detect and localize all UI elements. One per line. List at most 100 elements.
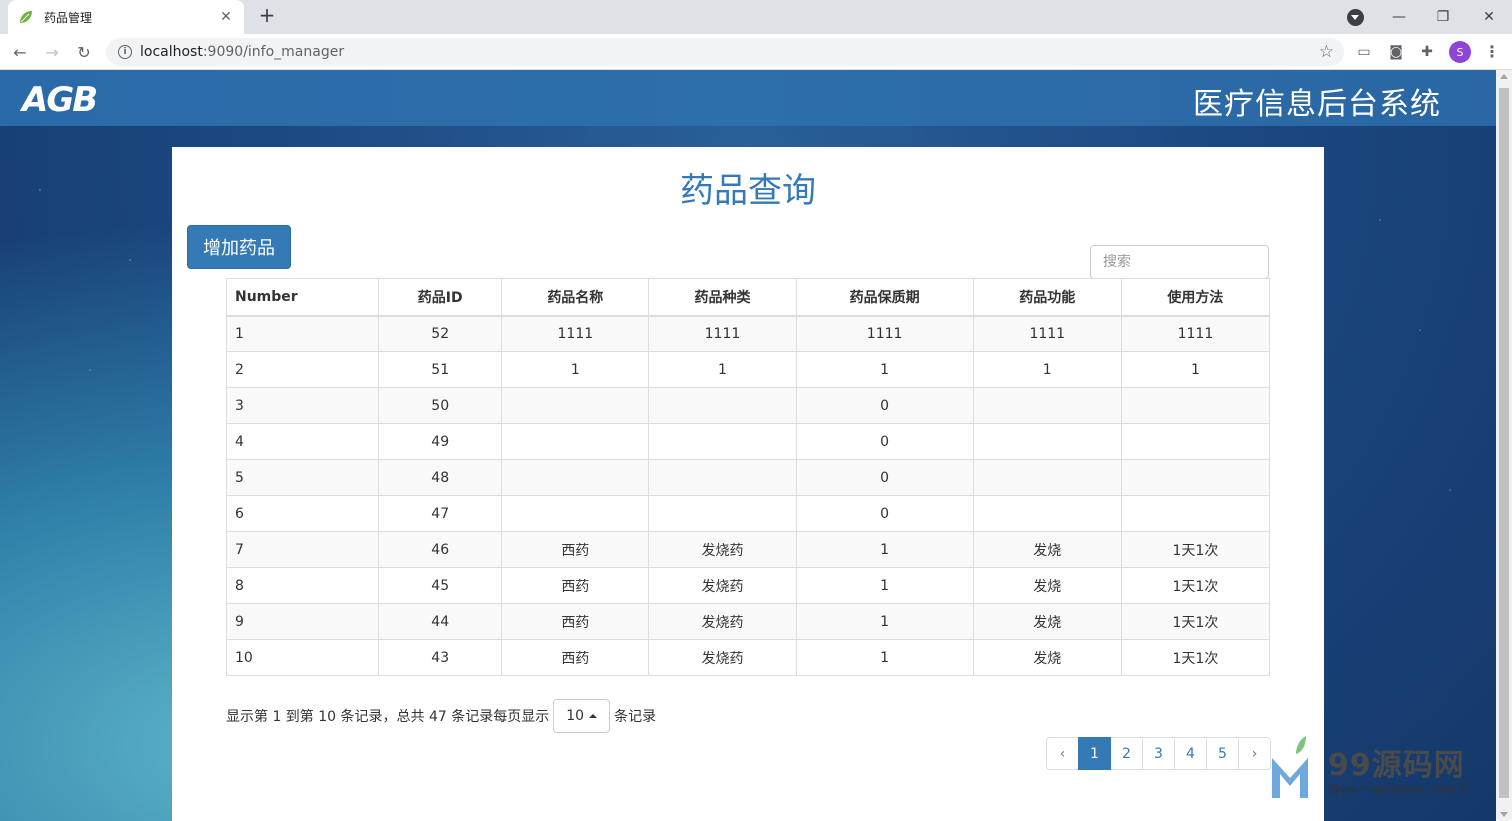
caret-up-icon [589,714,598,718]
page-size-suffix: 条记录 [614,709,657,725]
table-cell: 44 [378,603,503,640]
page-button-5[interactable]: 5 [1206,737,1239,770]
page-button-4[interactable]: 4 [1174,737,1207,770]
browser-menu-icon[interactable]: ⋮ [1484,40,1500,64]
watermark-logo-icon [1272,736,1308,798]
scroll-up-icon[interactable] [1500,74,1508,79]
column-header[interactable]: 药品名称 [501,278,650,317]
table-row: 10 43 西药 发烧药 1 发烧 1天1次 [225,639,1271,676]
table-cell: 发烧药 [648,567,797,604]
leaf-icon [20,11,32,23]
table-cell: 西药 [501,567,650,604]
url-host: localhost [140,44,203,60]
camera-icon[interactable]: ◙ [1386,42,1406,62]
column-header[interactable]: 药品功能 [972,278,1122,317]
system-title: 医疗信息后台系统 [1193,87,1441,122]
column-header[interactable]: 药品保质期 [795,278,974,317]
table-cell: 发烧 [972,567,1122,604]
search-input[interactable] [1090,245,1269,279]
back-icon[interactable]: ← [8,40,32,64]
pagination-info: 显示第 1 到第 10 条记录，总共 47 条记录每页显示 10 条记录 [226,699,656,733]
table-cell [1120,423,1271,460]
drug-table: Number 药品ID 药品名称 药品种类 药品保质期 药品功能 使用方法 15… [225,278,1271,676]
table-cell: 5 [225,459,380,496]
page-button-1[interactable]: 1 [1078,737,1111,770]
table-cell: 发烧 [972,639,1122,676]
browser-tab[interactable]: 药品管理 ✕ [8,0,244,34]
restore-icon[interactable]: ❐ [1420,0,1466,34]
table-row: 9 44 西药 发烧药 1 发烧 1天1次 [225,603,1271,640]
table-cell: 0 [795,423,974,460]
table-cell: 10 [225,639,380,676]
table-cell: 0 [795,495,974,532]
address-bar[interactable]: i localhost:9090/info_manager ☆ [106,38,1344,66]
table-cell: 1天1次 [1120,639,1271,676]
content-panel: 药品查询 增加药品 Number 药品ID 药品名称 药品种类 药品保质期 药品… [172,147,1324,821]
cast-icon[interactable]: ▭ [1354,42,1374,62]
close-window-icon[interactable]: ✕ [1466,0,1512,34]
table-cell: 1 [1120,351,1271,388]
scroll-thumb[interactable] [1499,88,1509,798]
table-cell: 47 [378,495,503,532]
forward-icon[interactable]: → [40,40,64,64]
column-header[interactable]: 药品种类 [648,278,797,317]
table-cell: 46 [378,531,503,568]
tab-search-icon[interactable] [1347,9,1364,26]
table-row: 3 50 0 [225,387,1271,424]
prev-page-button[interactable]: ‹ [1046,737,1079,770]
extensions-puzzle-icon[interactable]: ✚ [1417,42,1437,62]
pagination: ‹ 1 2 3 4 5 › [1046,737,1271,770]
table-cell: 发烧 [972,531,1122,568]
info-icon[interactable]: i [118,45,132,59]
table-cell: 2 [225,351,380,388]
table-cell: 1 [972,351,1122,388]
browser-toolbar: ← → ↻ i localhost:9090/info_manager ☆ ▭ … [0,34,1512,70]
page-button-2[interactable]: 2 [1110,737,1143,770]
bookmark-star-icon[interactable]: ☆ [1319,42,1334,62]
page-size-dropdown[interactable]: 10 [553,699,611,733]
column-header[interactable]: 药品ID [378,278,503,317]
table-cell: 1 [795,639,974,676]
table-cell: 51 [378,351,503,388]
add-drug-button[interactable]: 增加药品 [187,225,291,269]
table-cell: 49 [378,423,503,460]
column-header[interactable]: Number [225,278,380,317]
table-cell: 1111 [648,315,797,352]
table-cell [972,495,1122,532]
table-cell: 发烧药 [648,639,797,676]
table-cell: 0 [795,387,974,424]
page-background: AGB 医疗信息后台系统 药品查询 增加药品 Number 药品ID 药品名称 … [0,70,1496,821]
table-cell: 1 [795,567,974,604]
reload-icon[interactable]: ↻ [72,40,96,64]
table-cell: 52 [378,315,503,352]
table-cell [648,459,797,496]
table-cell [972,459,1122,496]
table-cell: 西药 [501,531,650,568]
table-cell [648,495,797,532]
site-header: AGB 医疗信息后台系统 [0,70,1496,126]
new-tab-button[interactable]: + [255,4,279,28]
pagination-summary: 显示第 1 到第 10 条记录，总共 47 条记录每页显示 [226,709,550,725]
page-button-3[interactable]: 3 [1142,737,1175,770]
page-title: 药品查询 [680,171,816,211]
watermark-title: 99源码网 [1328,748,1465,783]
next-page-button[interactable]: › [1238,737,1271,770]
watermark-subtitle: @yw.maptorace.com 区 [1328,782,1470,796]
profile-avatar[interactable]: S [1449,41,1471,63]
table-cell [972,387,1122,424]
page-size-value: 10 [566,708,585,724]
page-scrollbar[interactable] [1496,70,1512,821]
table-cell: 4 [225,423,380,460]
table-cell: 1111 [972,315,1122,352]
scroll-down-icon[interactable] [1500,812,1508,817]
close-tab-icon[interactable]: ✕ [218,9,234,25]
minimize-icon[interactable]: — [1376,0,1422,34]
column-header[interactable]: 使用方法 [1120,278,1271,317]
table-cell: 西药 [501,639,650,676]
table-cell: 1111 [501,315,650,352]
table-cell: 1111 [1120,315,1271,352]
table-cell: 1 [225,315,380,352]
table-cell: 8 [225,567,380,604]
table-cell [648,423,797,460]
table-cell: 西药 [501,603,650,640]
